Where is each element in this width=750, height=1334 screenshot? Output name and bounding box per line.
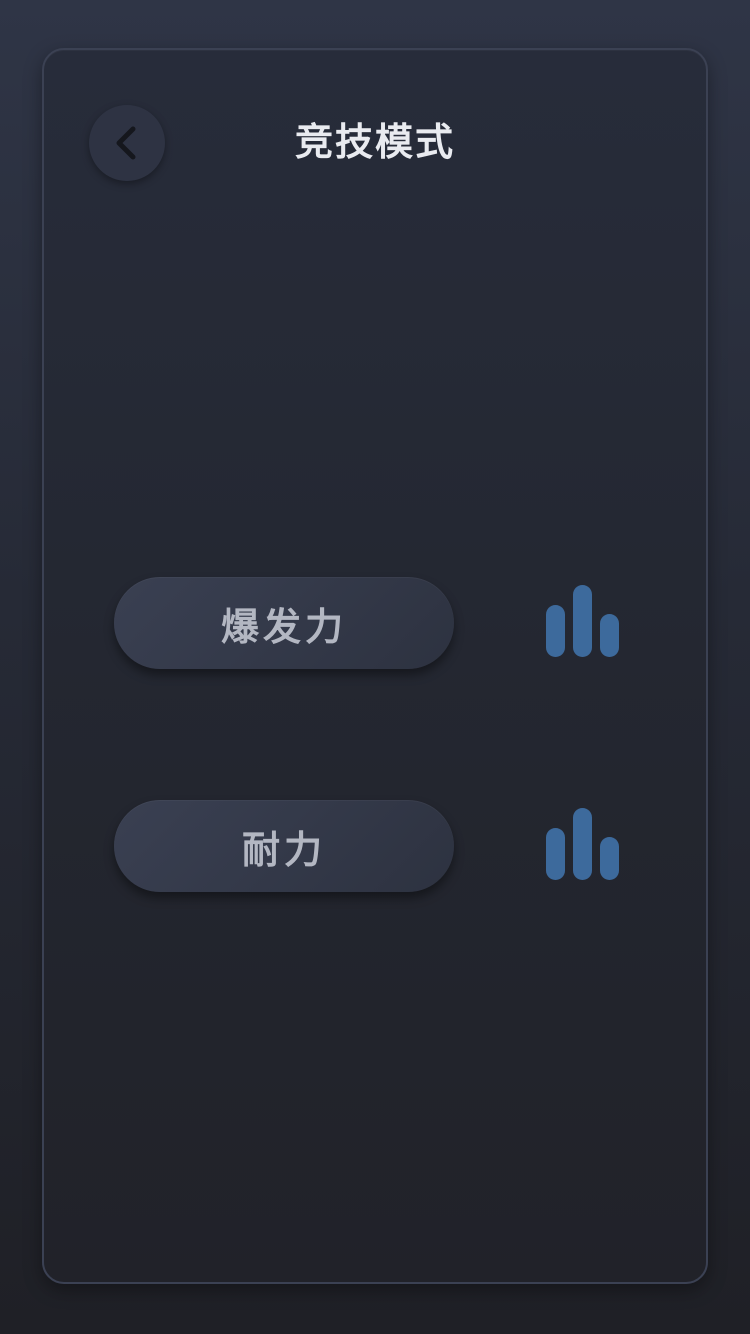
mode-panel: 竞技模式 爆发力 耐力 [42,48,708,1284]
bar-level-icon [545,585,619,659]
mode-row-endurance: 耐力 [114,800,634,892]
mode-row-explosive-power: 爆发力 [114,577,634,669]
bar-level-icon [545,808,619,882]
page-title: 竞技模式 [294,120,455,164]
mode-button-explosive-power[interactable]: 爆发力 [114,577,454,669]
mode-button-endurance[interactable]: 耐力 [114,800,454,892]
